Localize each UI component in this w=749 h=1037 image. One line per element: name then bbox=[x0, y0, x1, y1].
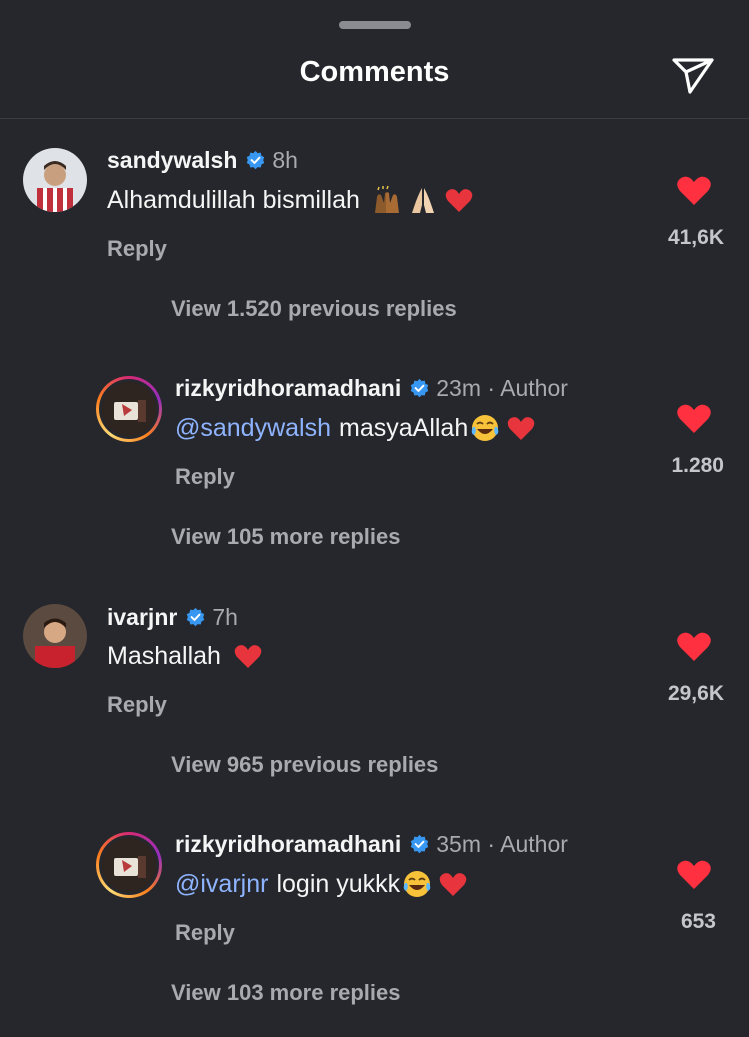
red-heart-emoji-icon bbox=[439, 873, 467, 896]
heart-icon[interactable] bbox=[676, 630, 712, 662]
heart-icon[interactable] bbox=[676, 402, 712, 434]
comment-body: Mashallah bbox=[107, 641, 221, 670]
comment-header: ivarjnr 7h bbox=[107, 604, 238, 631]
story-ring-avatar[interactable] bbox=[96, 832, 162, 898]
comment-text: Mashallah bbox=[107, 641, 263, 671]
reply-header: rizkyridhoramadhani 23m · Author bbox=[175, 375, 568, 402]
paper-plane-icon[interactable] bbox=[668, 52, 718, 96]
like-count: 653 bbox=[680, 910, 716, 933]
mention-link[interactable]: @sandywalsh bbox=[175, 414, 331, 443]
page-title: Comments bbox=[299, 56, 450, 88]
verified-badge-icon bbox=[247, 150, 265, 170]
timestamp: 35m · Author bbox=[436, 831, 568, 857]
like-count: 29,6K bbox=[667, 682, 724, 705]
reply-button[interactable]: Reply bbox=[107, 692, 167, 718]
timestamp: 8h bbox=[272, 147, 298, 173]
verified-badge-icon bbox=[410, 834, 429, 854]
verified-badge-icon bbox=[187, 607, 205, 627]
comment-header: sandywalsh 8h bbox=[107, 147, 298, 174]
username[interactable]: sandywalsh bbox=[107, 147, 237, 174]
red-heart-emoji-icon bbox=[445, 189, 473, 212]
reply-button[interactable]: Reply bbox=[175, 920, 235, 946]
drag-handle[interactable] bbox=[339, 21, 411, 29]
view-replies-button[interactable]: View 1.520 previous replies bbox=[171, 296, 457, 322]
username[interactable]: rizkyridhoramadhani bbox=[175, 831, 401, 858]
view-replies-button[interactable]: View 105 more replies bbox=[171, 524, 401, 550]
timestamp: 23m · Author bbox=[436, 375, 568, 401]
header-divider bbox=[0, 118, 749, 119]
like-count: 1.280 bbox=[671, 454, 724, 477]
reply-body: masyaAllah bbox=[339, 413, 469, 442]
reply-header: rizkyridhoramadhani 35m · Author bbox=[175, 831, 568, 858]
reply-button[interactable]: Reply bbox=[175, 464, 235, 490]
timestamp: 7h bbox=[212, 604, 238, 630]
like-count: 41,6K bbox=[667, 226, 724, 249]
verified-badge-icon bbox=[410, 378, 429, 398]
comment-body: Alhamdulillah bismillah bbox=[107, 185, 360, 214]
reply-button[interactable]: Reply bbox=[107, 236, 167, 262]
raising-hands-emoji-icon bbox=[374, 185, 399, 213]
username[interactable]: rizkyridhoramadhani bbox=[175, 375, 401, 402]
tears-of-joy-emoji-icon bbox=[471, 415, 499, 441]
red-heart-emoji-icon bbox=[507, 417, 535, 440]
reply-text: @sandywalsh masyaAllah bbox=[175, 413, 536, 443]
folded-hands-emoji-icon bbox=[411, 188, 434, 213]
reply-body: login yukkk bbox=[276, 869, 401, 898]
avatar[interactable] bbox=[23, 604, 87, 668]
heart-icon[interactable] bbox=[676, 174, 712, 206]
heart-icon[interactable] bbox=[676, 858, 712, 890]
view-replies-button[interactable]: View 103 more replies bbox=[171, 980, 401, 1006]
story-ring-avatar[interactable] bbox=[96, 376, 162, 442]
tears-of-joy-emoji-icon bbox=[403, 871, 431, 897]
comments-sheet: Comments sandywalsh 8h Alhamdulillah bis… bbox=[0, 0, 749, 1037]
username[interactable]: ivarjnr bbox=[107, 604, 177, 631]
red-heart-emoji-icon bbox=[234, 645, 262, 668]
view-replies-button[interactable]: View 965 previous replies bbox=[171, 752, 438, 778]
mention-link[interactable]: @ivarjnr bbox=[175, 870, 268, 899]
comment-text: Alhamdulillah bismillah bbox=[107, 185, 474, 215]
reply-text: @ivarjnr login yukkk bbox=[175, 869, 468, 899]
avatar[interactable] bbox=[23, 148, 87, 212]
